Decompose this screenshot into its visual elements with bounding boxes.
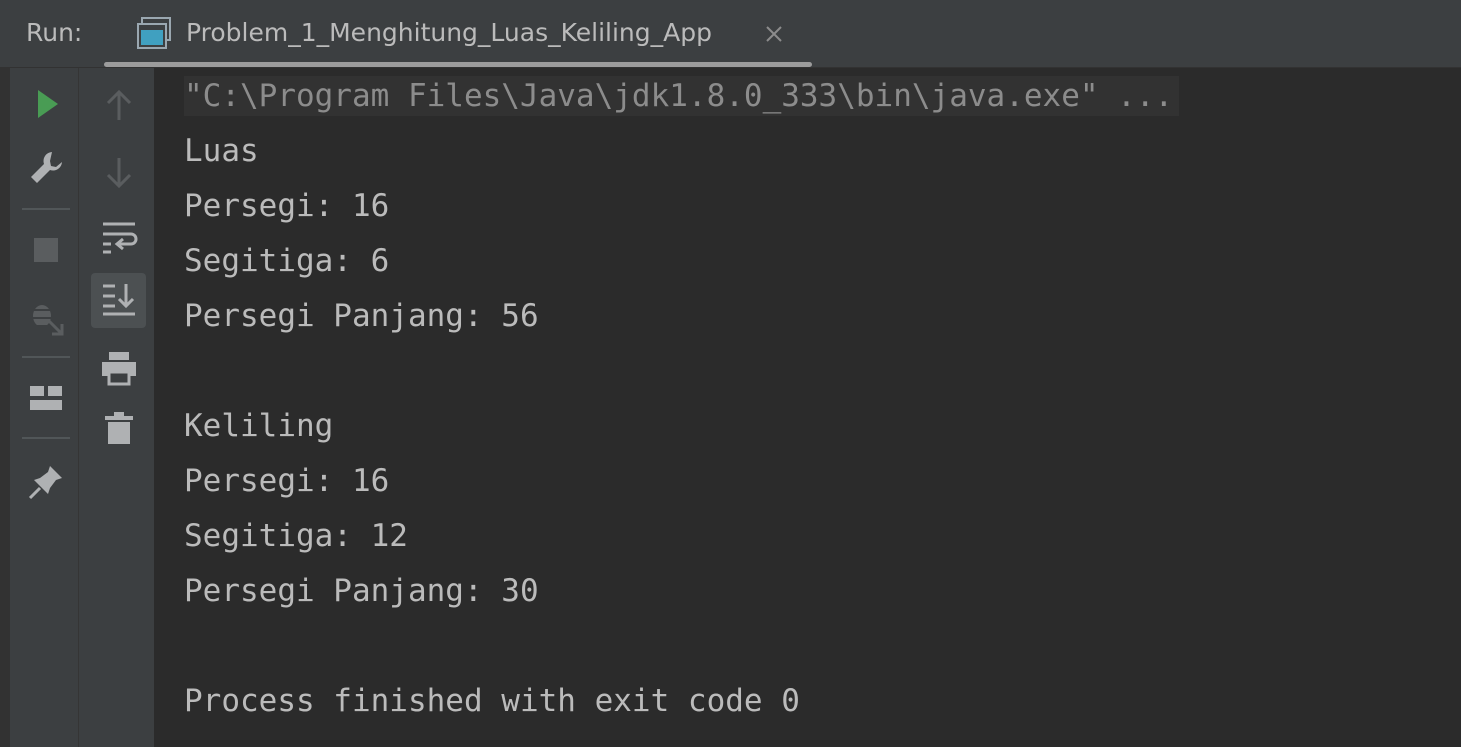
output-line: Persegi: 16 <box>184 188 390 224</box>
rerun-icon[interactable] <box>26 84 66 124</box>
console-window-icon <box>136 16 172 50</box>
print-icon[interactable] <box>99 348 139 388</box>
toolbar-separator <box>22 437 70 439</box>
run-label: Run: <box>26 18 83 47</box>
output-line: Persegi Panjang: 30 <box>184 573 539 609</box>
tab-label: Problem_1_Menghitung_Luas_Keliling_App <box>186 18 712 47</box>
run-config-tab[interactable]: Problem_1_Menghitung_Luas_Keliling_App <box>104 0 810 68</box>
trash-icon[interactable] <box>99 408 139 448</box>
process-exit-line: Process finished with exit code 0 <box>184 683 800 719</box>
scroll-to-end-icon[interactable] <box>99 280 139 320</box>
up-arrow-icon <box>99 86 139 126</box>
down-arrow-icon <box>99 152 139 192</box>
toolbar-separator <box>22 208 70 210</box>
run-actions-toolbar <box>0 68 78 747</box>
soft-wrap-icon[interactable] <box>99 218 139 258</box>
run-tool-window-header: Run: Problem_1_Menghitung_Luas_Keliling_… <box>0 0 1461 68</box>
close-icon[interactable] <box>764 24 784 44</box>
toolbar-separator <box>22 356 70 358</box>
stop-icon <box>26 230 66 270</box>
output-line: Persegi: 16 <box>184 463 390 499</box>
output-line: Persegi Panjang: 56 <box>184 298 539 334</box>
output-line: Segitiga: 12 <box>184 518 408 554</box>
debug-exit-icon <box>26 296 66 336</box>
output-line: Luas <box>184 133 259 169</box>
command-line: "C:\Program Files\Java\jdk1.8.0_333\bin\… <box>184 76 1180 116</box>
pin-icon[interactable] <box>26 462 66 502</box>
console-output[interactable]: "C:\Program Files\Java\jdk1.8.0_333\bin\… <box>154 68 1461 747</box>
wrench-icon[interactable] <box>26 148 66 188</box>
layout-icon[interactable] <box>26 378 66 418</box>
output-line: Keliling <box>184 408 334 444</box>
output-line: Segitiga: 6 <box>184 243 390 279</box>
